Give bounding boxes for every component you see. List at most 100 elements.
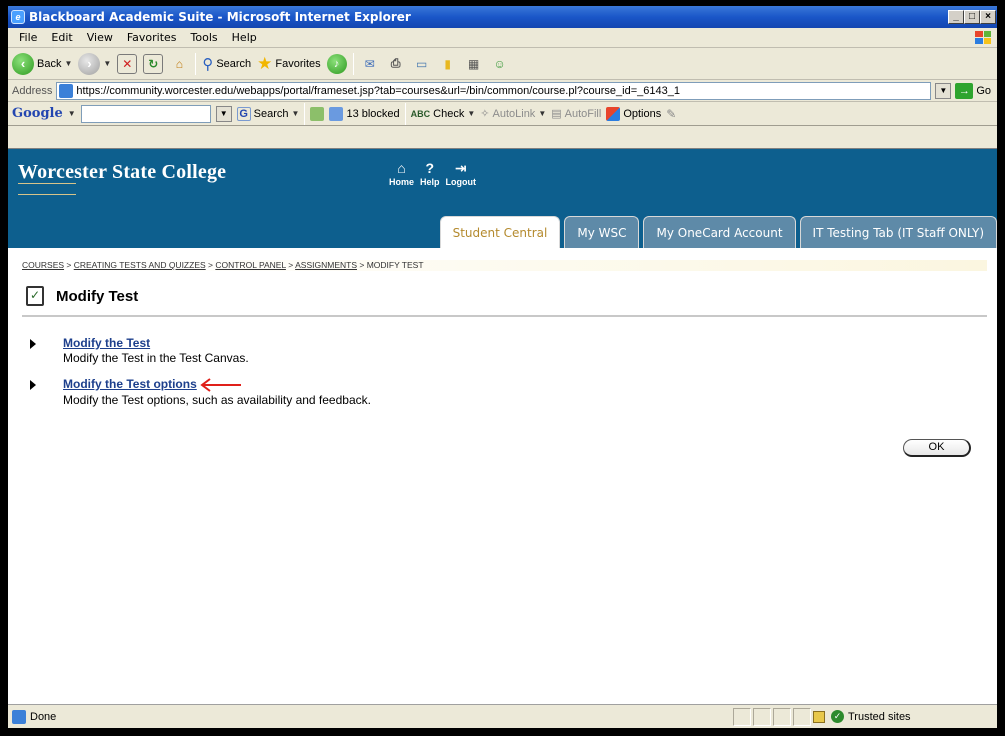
autofill-label: AutoFill [564,107,602,120]
breadcrumb-creating-tests[interactable]: CREATING TESTS AND QUIZZES [74,260,206,270]
google-search-input[interactable] [80,104,211,123]
modify-test-description: Modify the Test in the Test Canvas. [63,351,249,365]
home-icon[interactable]: ⌂ [169,54,189,74]
logout-link[interactable]: ⇥ Logout [446,159,477,187]
address-input[interactable]: https://community.worcester.edu/webapps/… [56,81,932,100]
trusted-zone-icon: ✓ [831,710,844,723]
google-search-button[interactable]: G Search ▼ [236,106,299,121]
menu-help[interactable]: Help [225,31,264,44]
triangle-right-icon [30,339,36,349]
modify-test-link[interactable]: Modify the Test [63,336,150,350]
favorites-button[interactable]: ★ Favorites [257,54,321,74]
page-icon [12,709,26,724]
chevron-down-icon[interactable]: ▼ [68,109,76,118]
favorites-label: Favorites [275,57,321,70]
google-logo[interactable]: Google [12,106,63,121]
ie-icon: e [11,10,25,24]
go-button[interactable]: → Go [955,82,997,99]
forward-button[interactable]: › ▼ [78,52,112,75]
tab-it-testing[interactable]: IT Testing Tab (IT Staff ONLY) [799,216,997,248]
toolbar: ‹ Back ▼ › ▼ ✕ ↻ ⌂ ⚲ Search ★ Favorites … [8,48,997,80]
autofill-button[interactable]: ▤ AutoFill [551,107,602,121]
tab-student-central[interactable]: Student Central [439,216,561,248]
breadcrumb-current: MODIFY TEST [366,260,424,270]
ok-button[interactable]: OK [903,439,971,457]
check-label: Check [433,107,465,120]
print-icon[interactable]: ⎙ [386,54,406,74]
lock-icon[interactable] [813,710,825,723]
address-label: Address [12,84,53,97]
window-title: Blackboard Academic Suite - Microsoft In… [29,10,411,24]
action-list: Modify the Test Modify the Test in the T… [30,336,371,419]
status-panel [793,707,811,726]
status-panel [753,707,771,726]
address-dropdown-icon[interactable]: ▼ [935,82,952,99]
stop-icon[interactable]: ✕ [117,53,138,74]
zone-label: Trusted sites [848,710,911,723]
search-button[interactable]: ⚲ Search [202,55,251,73]
list-item: Modify the Test Modify the Test in the T… [30,336,371,365]
address-bar: Address https://community.worcester.edu/… [8,80,997,102]
back-button[interactable]: ‹ Back ▼ [12,52,73,75]
star-icon: ★ [257,53,273,73]
breadcrumb-separator: > [64,260,74,270]
refresh-icon[interactable]: ↻ [143,53,164,74]
menu-favorites[interactable]: Favorites [120,31,184,44]
menu-bar: File Edit View Favorites Tools Help [8,28,997,48]
menu-file[interactable]: File [12,31,44,44]
status-panel [773,707,791,726]
tab-my-onecard-account[interactable]: My OneCard Account [643,216,796,248]
chevron-down-icon: ▼ [467,109,476,118]
go-label: Go [976,84,991,97]
folder-icon[interactable]: ▮ [438,54,458,74]
modify-test-options-link[interactable]: Modify the Test options [63,377,197,391]
menu-edit[interactable]: Edit [44,31,79,44]
pencil-icon[interactable]: ✎ [666,107,676,121]
search-icon: ⚲ [202,55,214,73]
back-label: Back [37,57,62,70]
status-bar: Done ✓ Trusted sites [8,704,997,728]
edit-icon[interactable]: ▭ [412,54,432,74]
address-url: https://community.worcester.edu/webapps/… [76,84,680,97]
messenger-icon[interactable]: ☺ [490,54,510,74]
google-toolbar: Google ▼ ▼ G Search ▼ 13 blocked ABC Che… [8,102,997,126]
close-button[interactable]: × [980,10,996,24]
help-link[interactable]: ? Help [420,159,440,187]
title-bar: e Blackboard Academic Suite - Microsoft … [8,6,997,28]
red-arrow-icon [200,378,241,392]
spellcheck-button[interactable]: ABC Check ▼ [411,108,476,120]
autolink-button[interactable]: ✧ AutoLink ▼ [480,107,546,121]
wsc-logo[interactable]: Worcester State College [18,161,226,195]
back-arrow-icon: ‹ [12,52,34,75]
page-icon [59,83,74,98]
maximize-button[interactable]: □ [964,10,980,24]
google-search-label: Search [253,107,289,120]
research-icon[interactable]: ▦ [464,54,484,74]
home-link[interactable]: ⌂ Home [389,159,414,187]
breadcrumb-courses[interactable]: COURSES [22,260,64,270]
pagerank-icon[interactable] [310,106,325,121]
mail-icon[interactable]: ✉ [360,54,380,74]
portal-tabs: Student Central My WSC My OneCard Accoun… [439,216,997,248]
forward-arrow-icon: › [78,52,101,75]
chevron-down-icon: ▼ [64,59,73,68]
menu-tools[interactable]: Tools [184,31,225,44]
security-zone[interactable]: ✓ Trusted sites [825,710,997,723]
chevron-down-icon: ▼ [103,59,112,68]
spellcheck-icon: ABC [410,108,431,119]
media-icon[interactable]: ♪ [326,53,347,74]
options-button[interactable]: Options [606,106,661,121]
popup-blocker-button[interactable]: 13 blocked [329,106,400,121]
tab-my-wsc[interactable]: My WSC [564,216,640,248]
search-label: Search [216,57,252,70]
breadcrumb-assignments[interactable]: ASSIGNMENTS [295,260,357,270]
list-item: Modify the Test options Modify the Test … [30,377,371,407]
minimize-button[interactable]: _ [948,10,964,24]
logout-label: Logout [445,177,477,187]
popup-blocker-icon [329,106,344,121]
google-dropdown-icon[interactable]: ▼ [215,105,232,122]
menu-view[interactable]: View [80,31,120,44]
browser-window: e Blackboard Academic Suite - Microsoft … [0,0,1005,736]
breadcrumb: COURSES > CREATING TESTS AND QUIZZES > C… [22,260,987,271]
breadcrumb-control-panel[interactable]: CONTROL PANEL [215,260,286,270]
